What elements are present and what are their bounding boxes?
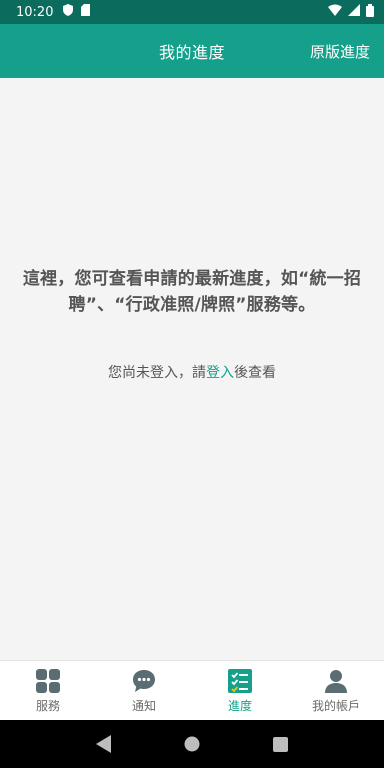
progress-description: 這裡，您可查看申請的最新進度，如“統一招 聘”、“行政准照/牌照”服務等。: [16, 266, 368, 318]
battery-icon: [366, 3, 374, 21]
chat-bubble-icon: [131, 668, 157, 694]
nav-item-my-account[interactable]: 我的帳戶: [288, 661, 384, 720]
nav-label: 通知: [131, 698, 156, 713]
app-bar: 我的進度 原版進度: [0, 24, 384, 78]
grid-icon: [35, 668, 61, 694]
bottom-nav: 服務 通知 進度 我的帳戶: [0, 660, 384, 720]
home-icon[interactable]: [182, 734, 202, 754]
back-icon[interactable]: [94, 734, 114, 754]
shield-icon: [63, 4, 74, 20]
nav-item-progress[interactable]: 進度: [192, 661, 288, 720]
nav-label: 服務: [35, 698, 60, 713]
nav-label: 我的帳戶: [311, 698, 360, 713]
login-prompt-suffix: 後查看: [234, 365, 276, 381]
wifi-icon: [328, 4, 342, 20]
system-nav-bar: [0, 720, 384, 768]
status-time: 10:20: [16, 4, 54, 20]
checklist-icon: [227, 668, 253, 694]
nav-item-services[interactable]: 服務: [0, 661, 96, 720]
original-progress-button[interactable]: 原版進度: [310, 24, 370, 78]
signal-icon: [348, 4, 360, 20]
login-link[interactable]: 登入: [206, 365, 234, 381]
nav-label: 進度: [227, 698, 252, 713]
login-prompt: 您尚未登入，請登入後查看: [0, 362, 384, 382]
description-line: 聘”、“行政准照/牌照”服務等。: [68, 295, 316, 315]
sim-card-icon: [81, 4, 91, 20]
nav-item-notifications[interactable]: 通知: [96, 661, 192, 720]
main-content: 這裡，您可查看申請的最新進度，如“統一招 聘”、“行政准照/牌照”服務等。 您尚…: [0, 78, 384, 660]
description-line: 這裡，您可查看申請的最新進度，如“統一招: [22, 269, 362, 289]
user-icon: [323, 668, 349, 694]
status-bar: 10:20: [0, 0, 384, 24]
recents-icon[interactable]: [270, 734, 290, 754]
login-prompt-prefix: 您尚未登入，請: [108, 365, 206, 381]
